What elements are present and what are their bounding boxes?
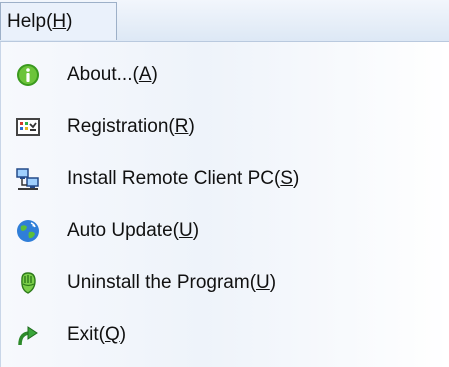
help-menu-label-close: ) xyxy=(66,10,73,32)
menu-item-registration[interactable]: Registration(R) xyxy=(1,102,449,152)
exit-arrow-icon xyxy=(15,322,41,348)
network-computers-icon xyxy=(15,166,41,192)
registration-icon xyxy=(15,114,41,140)
menu-item-label: Install Remote Client PC(S) xyxy=(67,168,300,189)
menu-item-uninstall[interactable]: Uninstall the Program(U) xyxy=(1,258,449,308)
menu-item-label: Registration(R) xyxy=(67,116,195,137)
menu-item-label: About...(A) xyxy=(67,64,158,85)
menu-item-exit[interactable]: Exit(Q) xyxy=(1,310,449,360)
menu-bar: Help(H) xyxy=(0,0,449,42)
info-icon xyxy=(15,62,41,88)
menu-item-install-remote-client[interactable]: Install Remote Client PC(S) xyxy=(1,154,449,204)
help-menu-accelerator: H xyxy=(52,10,67,32)
menu-item-label: Auto Update(U) xyxy=(67,220,200,241)
globe-update-icon xyxy=(15,218,41,244)
menu-item-label: Exit(Q) xyxy=(67,324,127,345)
menu-item-auto-update[interactable]: Auto Update(U) xyxy=(1,206,449,256)
menu-item-about[interactable]: About...(A) xyxy=(1,50,449,100)
menu-item-label: Uninstall the Program(U) xyxy=(67,272,277,293)
help-menu[interactable]: Help(H) xyxy=(0,2,117,40)
uninstall-icon xyxy=(15,270,41,296)
help-dropdown: About...(A) Registration(R) Install Remo… xyxy=(0,42,449,367)
help-menu-label: Help( xyxy=(7,10,53,32)
